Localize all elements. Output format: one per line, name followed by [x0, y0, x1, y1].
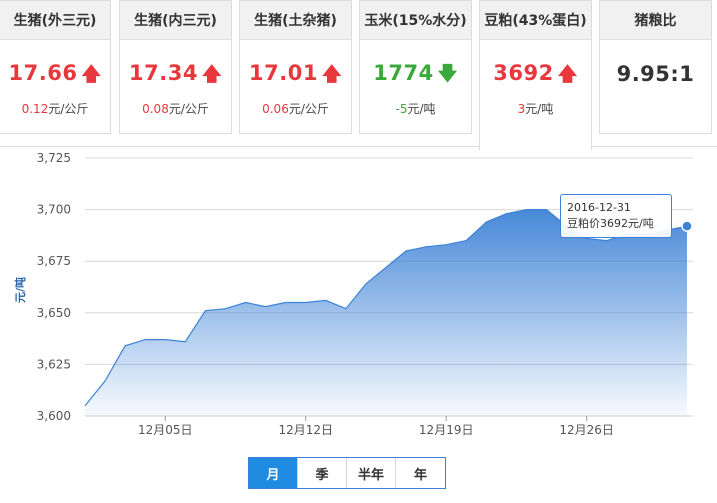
x-tick-label: 12月26日 — [559, 423, 614, 437]
x-tick-label: 12月12日 — [278, 423, 333, 437]
change-unit: 元/吨 — [407, 102, 436, 116]
tab-half-year[interactable]: 半年 — [347, 458, 396, 488]
y-tick-label: 3,700 — [37, 203, 71, 217]
price-value: 9.95:1 — [616, 62, 695, 86]
change-value: -5 — [395, 102, 408, 116]
y-tick-label: 3,625 — [37, 357, 71, 371]
tab-month[interactable]: 月 — [249, 458, 298, 488]
y-tick-label: 3,650 — [37, 306, 71, 320]
card-pig-native[interactable]: 生猪(土杂猪) 17.01 🡅 0.06元/公斤 — [239, 0, 352, 134]
card-price: 1774 🡇 — [360, 60, 471, 92]
change-unit: 元/公斤 — [168, 102, 209, 116]
x-tick-label: 12月19日 — [419, 423, 474, 437]
y-axis-label: 元/吨 — [13, 277, 27, 303]
change-unit: 元/公斤 — [288, 102, 329, 116]
card-price: 17.01 🡅 — [240, 60, 351, 92]
card-pig-inner[interactable]: 生猪(内三元) 17.34 🡅 0.08元/公斤 — [119, 0, 232, 134]
card-pig-outer[interactable]: 生猪(外三元) 17.66 🡅 0.12元/公斤 — [0, 0, 111, 134]
card-change: 0.08元/公斤 — [120, 100, 231, 117]
price-value: 17.34 — [129, 61, 198, 85]
price-chart: 3,600 3,625 3,650 3,675 3,700 3,725 元/吨 12月05日 1… — [13, 151, 693, 437]
card-change: 0.12元/公斤 — [0, 100, 110, 117]
card-title: 猪粮比 — [600, 1, 711, 40]
y-tick-label: 3,675 — [37, 254, 71, 268]
card-corn[interactable]: 玉米(15%水分) 1774 🡇 -5元/吨 — [359, 0, 472, 134]
card-title: 生猪(外三元) — [0, 1, 110, 40]
card-price: 17.34 🡅 — [120, 60, 231, 92]
tab-quarter[interactable]: 季 — [298, 458, 347, 488]
card-price: 3692 🡅 — [480, 60, 591, 92]
card-title: 生猪(内三元) — [120, 1, 231, 40]
arrow-up-icon: 🡅 — [557, 63, 578, 85]
card-pig-grain-ratio[interactable]: 猪粮比 9.95:1 — [599, 0, 712, 134]
arrow-up-icon: 🡅 — [201, 63, 222, 85]
change-value: 0.08 — [142, 102, 169, 116]
card-title: 生猪(土杂猪) — [240, 1, 351, 40]
y-tick-label: 3,600 — [37, 409, 71, 423]
price-value: 17.01 — [249, 61, 318, 85]
card-soymeal[interactable]: 豆粕(43%蛋白) 3692 🡅 3元/吨 — [479, 0, 592, 150]
tab-year[interactable]: 年 — [396, 458, 445, 488]
x-tick-label: 12月05日 — [138, 423, 193, 437]
arrow-down-icon: 🡇 — [437, 63, 458, 85]
card-title: 玉米(15%水分) — [360, 1, 471, 40]
change-value: 0.06 — [262, 102, 289, 116]
price-value: 17.66 — [8, 61, 78, 85]
chart-tooltip: 2016-12-31 豆粕价3692元/吨 — [560, 194, 672, 238]
highlight-point — [681, 220, 693, 232]
card-change: -5元/吨 — [360, 100, 471, 117]
period-tabs: 月 季 半年 年 — [248, 457, 446, 489]
change-unit: 元/公斤 — [48, 102, 89, 116]
arrow-up-icon: 🡅 — [321, 63, 342, 85]
card-change: 3元/吨 — [480, 100, 591, 117]
card-price: 17.66 🡅 — [0, 60, 110, 92]
card-change: 0.06元/公斤 — [240, 100, 351, 117]
arrow-up-icon: 🡅 — [81, 63, 102, 85]
price-value: 3692 — [493, 61, 554, 85]
change-value: 0.12 — [21, 102, 49, 116]
price-value: 1774 — [373, 61, 434, 85]
change-unit: 元/吨 — [525, 102, 554, 116]
card-price: 9.95:1 — [600, 62, 711, 86]
price-cards: 生猪(外三元) 17.66 🡅 0.12元/公斤 生猪(内三元) 17.34 🡅 0… — [0, 0, 717, 150]
tooltip-date: 2016-12-31 — [567, 201, 631, 214]
y-tick-label: 3,725 — [37, 151, 71, 165]
tooltip-label: 豆粕价3692元/吨 — [567, 217, 654, 230]
card-title: 豆粕(43%蛋白) — [480, 1, 591, 40]
